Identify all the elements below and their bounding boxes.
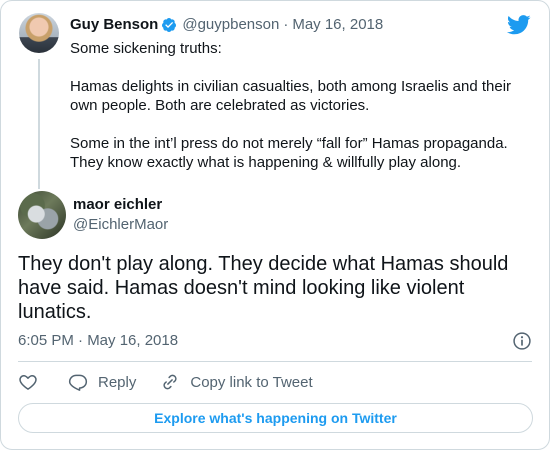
copy-link-label: Copy link to Tweet [190,373,313,391]
parent-paragraph: Some sickening truths: [70,40,222,57]
separator-dot: · [283,16,289,33]
parent-author-handle[interactable]: @guypbenson [182,16,279,33]
info-icon[interactable] [512,331,532,351]
parent-header: Guy Benson @guypbenson · May 16, 2018 [70,16,383,33]
reply-button[interactable]: Reply [68,372,136,392]
reply-author-name[interactable]: maor eichler [73,196,162,213]
explore-twitter-button[interactable]: Explore what's happening on Twitter [18,403,533,433]
link-icon [163,374,177,390]
like-button[interactable] [18,372,38,392]
parent-avatar[interactable] [19,13,59,53]
reply-author-handle[interactable]: @EichlerMaor [73,216,168,233]
parent-paragraph: Some in the int’l press do not merely “f… [70,135,508,171]
reply-tweet-text: They don't play along. They decide what … [18,253,509,323]
twitter-bird-icon[interactable] [507,15,531,35]
verified-badge-icon [162,17,177,32]
action-bar: Reply Copy link to Tweet [18,371,337,393]
divider [18,361,532,362]
parent-author-name[interactable]: Guy Benson [70,16,158,33]
parent-date[interactable]: May 16, 2018 [292,16,383,33]
reply-timestamp[interactable]: 6:05 PM · May 16, 2018 [18,332,178,349]
reply-bubble-icon [68,374,88,391]
embedded-tweet-card: Guy Benson @guypbenson · May 16, 2018 So… [0,0,550,450]
reply-label: Reply [98,373,137,391]
parent-paragraph: Hamas delights in civilian casualties, b… [70,78,512,114]
reply-avatar[interactable] [18,191,66,239]
thread-line [38,59,40,189]
heart-icon [19,375,37,390]
parent-tweet-text: Some sickening truths: Hamas delights in… [70,39,530,172]
copy-link-button[interactable]: Copy link to Tweet [160,372,313,392]
